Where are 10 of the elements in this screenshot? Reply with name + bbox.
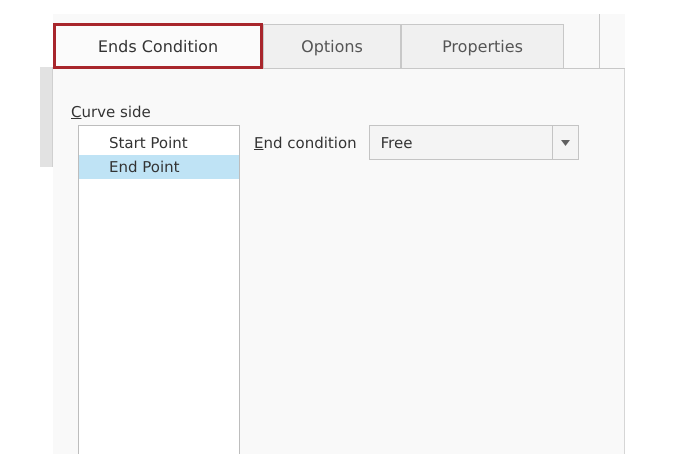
curve-side-label: Curve side — [71, 103, 152, 121]
dropdown-arrow-icon — [560, 140, 570, 146]
curve-side-list[interactable]: Start Point End Point — [78, 125, 240, 454]
list-item[interactable]: Start Point — [79, 131, 239, 155]
tab[interactable]: Properties — [401, 24, 564, 68]
end-condition-dropdown[interactable]: Free — [368, 125, 579, 160]
end-condition-label: End condition — [254, 134, 357, 152]
tab[interactable]: Options — [263, 24, 401, 68]
list-item[interactable]: End Point — [79, 155, 239, 179]
tab[interactable]: Ends Condition — [53, 23, 263, 69]
